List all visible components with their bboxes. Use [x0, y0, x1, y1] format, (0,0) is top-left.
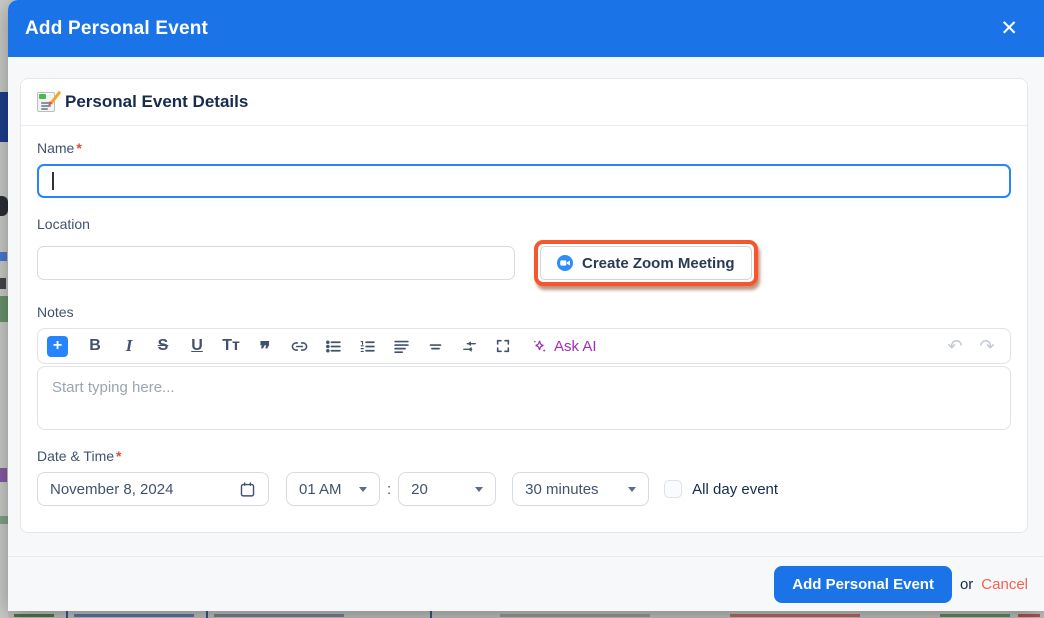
- blockquote-icon[interactable]: ❞: [249, 332, 281, 361]
- indent-arrows-icon[interactable]: [453, 332, 485, 360]
- name-field-wrapper: [37, 164, 1011, 198]
- add-personal-event-modal: Add Personal Event ✕ Personal Event Deta…: [8, 0, 1044, 611]
- ask-ai-button[interactable]: Ask AI: [531, 338, 597, 355]
- background-fragment: [0, 252, 7, 261]
- close-icon[interactable]: ✕: [1000, 18, 1018, 39]
- modal-header: Add Personal Event ✕: [8, 0, 1044, 57]
- all-day-label: All day event: [692, 480, 779, 498]
- minute-select[interactable]: 20: [398, 472, 497, 506]
- create-zoom-meeting-button[interactable]: Create Zoom Meeting: [540, 246, 752, 280]
- background-fragment: [0, 92, 8, 142]
- card-title: Personal Event Details: [65, 92, 249, 111]
- background-fragment: [430, 611, 432, 618]
- italic-icon[interactable]: I: [113, 332, 145, 360]
- zoom-button-highlight: Create Zoom Meeting: [534, 240, 758, 286]
- memo-icon: [37, 90, 62, 112]
- modal-footer: Add Personal Event or Cancel: [8, 556, 1044, 611]
- hour-select[interactable]: 01 AM: [286, 472, 380, 506]
- text-format-icon[interactable]: Tᴛ: [215, 332, 247, 360]
- background-fragment: [730, 614, 860, 617]
- background-fragment: [206, 611, 208, 618]
- align-text-icon[interactable]: [385, 332, 417, 360]
- notes-label: Notes: [37, 304, 74, 320]
- date-value: November 8, 2024: [50, 480, 174, 498]
- background-fragment: [66, 611, 68, 618]
- hour-value: 01 AM: [299, 480, 342, 498]
- time-separator: :: [387, 480, 392, 498]
- background-fragment: [1018, 614, 1040, 617]
- notes-editor[interactable]: Start typing here...: [37, 366, 1011, 430]
- chevron-down-icon: [628, 486, 637, 492]
- bullet-list-icon[interactable]: [317, 332, 349, 360]
- name-label: Name *: [37, 140, 82, 156]
- modal-title: Add Personal Event: [25, 17, 209, 39]
- zoom-button-label: Create Zoom Meeting: [582, 254, 735, 272]
- chevron-down-icon: [359, 486, 367, 492]
- background-fragment: [214, 614, 344, 617]
- background-fragment: [74, 614, 194, 617]
- event-details-card: Personal Event Details Name * Location C…: [20, 78, 1028, 533]
- modal-body: Personal Event Details Name * Location C…: [8, 57, 1044, 533]
- calendar-icon: [240, 481, 255, 497]
- chevron-down-icon: [475, 486, 484, 492]
- strikethrough-icon[interactable]: S: [147, 332, 179, 360]
- background-fragment: [940, 614, 1010, 617]
- bold-icon[interactable]: B: [79, 332, 111, 360]
- zoom-camera-icon: [557, 255, 573, 271]
- background-fragment: [0, 516, 8, 524]
- fullscreen-icon[interactable]: [487, 332, 519, 360]
- required-asterisk: *: [76, 140, 82, 156]
- link-icon[interactable]: [283, 332, 315, 360]
- minute-value: 20: [411, 480, 428, 498]
- background-fragment: [0, 196, 8, 216]
- numbered-list-icon[interactable]: [351, 332, 383, 360]
- horizontal-rule-icon[interactable]: [419, 332, 451, 360]
- required-asterisk: *: [116, 448, 122, 464]
- duration-value: 30 minutes: [525, 480, 599, 498]
- notes-placeholder: Start typing here...: [52, 379, 175, 396]
- background-fragment: [0, 468, 7, 482]
- insert-plus-icon[interactable]: +: [47, 335, 68, 357]
- location-label: Location: [37, 216, 90, 232]
- date-picker[interactable]: November 8, 2024: [37, 472, 269, 506]
- card-header: Personal Event Details: [21, 79, 1027, 126]
- add-personal-event-button[interactable]: Add Personal Event: [774, 565, 952, 603]
- duration-select[interactable]: 30 minutes: [512, 472, 650, 506]
- notes-section: Notes + B I S U Tᴛ ❞ Ask AI ↶ ↷ Start ty…: [37, 304, 1011, 430]
- undo-icon[interactable]: ↶: [940, 332, 970, 360]
- background-fragment: [0, 296, 8, 322]
- all-day-checkbox[interactable]: [664, 480, 683, 498]
- all-day-option: All day event: [664, 480, 778, 498]
- redo-icon[interactable]: ↷: [972, 332, 1002, 360]
- card-body: Name * Location Create Zoom Meeting Note…: [21, 126, 1027, 532]
- text-cursor: [52, 172, 54, 190]
- background-fragment: [500, 614, 650, 617]
- datetime-section: Date & Time * November 8, 2024 01 AM: 2…: [37, 448, 1011, 506]
- name-input[interactable]: [37, 164, 1011, 198]
- location-section: Location Create Zoom Meeting: [37, 216, 1011, 286]
- rich-text-toolbar: + B I S U Tᴛ ❞ Ask AI ↶ ↷: [37, 328, 1011, 364]
- or-text: or: [959, 575, 974, 593]
- cancel-link[interactable]: Cancel: [981, 576, 1028, 593]
- datetime-label: Date & Time *: [37, 448, 122, 464]
- background-fragment: [0, 278, 6, 289]
- location-input[interactable]: [37, 246, 515, 280]
- sparkle-icon: [533, 339, 546, 352]
- background-fragment: [14, 614, 54, 617]
- underline-icon[interactable]: U: [181, 332, 213, 360]
- ask-ai-label: Ask AI: [554, 337, 597, 355]
